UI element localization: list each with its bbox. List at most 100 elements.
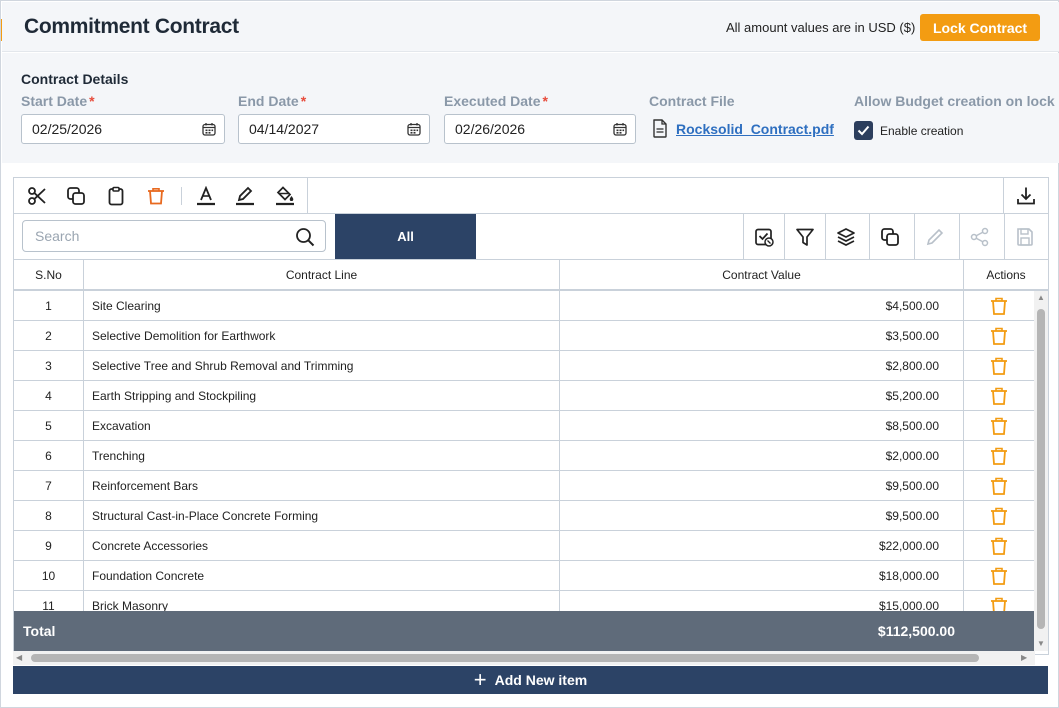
section-title: Contract Details: [21, 71, 129, 87]
sno-cell: 4: [14, 381, 84, 410]
table-row[interactable]: 10 Foundation Concrete $18,000.00: [14, 561, 1034, 591]
table-row[interactable]: 7 Reinforcement Bars $9,500.00: [14, 471, 1034, 501]
scroll-up-icon[interactable]: ▲: [1037, 293, 1045, 302]
scroll-left-icon[interactable]: ◀: [16, 653, 22, 662]
filter-icon[interactable]: [784, 214, 825, 259]
duplicate-icon[interactable]: [869, 214, 910, 259]
delete-row-icon[interactable]: [964, 561, 1034, 590]
table-row[interactable]: 6 Trenching $2,000.00: [14, 441, 1034, 471]
delete-row-icon[interactable]: [964, 441, 1034, 470]
sno-cell: 2: [14, 321, 84, 350]
contract-value-cell[interactable]: $22,000.00: [560, 531, 964, 560]
share-icon[interactable]: [959, 214, 1000, 259]
lock-contract-button[interactable]: Lock Contract: [920, 14, 1040, 41]
vertical-scroll-thumb[interactable]: [1037, 309, 1045, 629]
sno-cell: 5: [14, 411, 84, 440]
layers-icon[interactable]: [825, 214, 866, 259]
table-row[interactable]: 8 Structural Cast-in-Place Concrete Form…: [14, 501, 1034, 531]
table-row[interactable]: 1 Site Clearing $4,500.00: [14, 291, 1034, 321]
executed-date-value: 02/26/2026: [455, 121, 526, 137]
table-row[interactable]: 3 Selective Tree and Shrub Removal and T…: [14, 351, 1034, 381]
paste-icon[interactable]: [105, 185, 127, 207]
scroll-down-icon[interactable]: ▼: [1037, 639, 1045, 648]
tab-all[interactable]: All: [335, 214, 476, 259]
verified-icon[interactable]: [743, 214, 784, 259]
contract-value-cell[interactable]: $9,500.00: [560, 501, 964, 530]
contract-file-label: Contract File: [649, 93, 735, 109]
contract-value-cell[interactable]: $2,800.00: [560, 351, 964, 380]
end-date-input[interactable]: 04/14/2027: [238, 114, 430, 144]
column-header-contract-line[interactable]: Contract Line: [84, 260, 560, 289]
contract-value-cell[interactable]: $2,000.00: [560, 441, 964, 470]
executed-date-input[interactable]: 02/26/2026: [444, 114, 636, 144]
total-row: Total $112,500.00: [14, 611, 1034, 651]
table-row[interactable]: 5 Excavation $8,500.00: [14, 411, 1034, 441]
contract-value-cell[interactable]: $15,000.00: [560, 591, 964, 611]
delete-icon[interactable]: [145, 185, 167, 207]
contract-line-cell[interactable]: Structural Cast-in-Place Concrete Formin…: [84, 501, 560, 530]
enable-creation-checkbox[interactable]: [854, 121, 873, 140]
add-new-item-button[interactable]: + Add New item: [13, 666, 1048, 694]
delete-row-icon[interactable]: [964, 381, 1034, 410]
copy-icon[interactable]: [65, 185, 87, 207]
contract-line-cell[interactable]: Foundation Concrete: [84, 561, 560, 590]
toolbar-divider: [181, 187, 182, 205]
contract-line-cell[interactable]: Site Clearing: [84, 291, 560, 320]
contract-value-cell[interactable]: $18,000.00: [560, 561, 964, 590]
horizontal-scroll-thumb[interactable]: [31, 654, 979, 662]
delete-row-icon[interactable]: [964, 531, 1034, 560]
highlight-icon[interactable]: [234, 185, 256, 207]
contract-line-cell[interactable]: Trenching: [84, 441, 560, 470]
contract-value-cell[interactable]: $9,500.00: [560, 471, 964, 500]
delete-row-icon[interactable]: [964, 321, 1034, 350]
edit-icon[interactable]: [914, 214, 955, 259]
contract-line-cell[interactable]: Brick Masonry: [84, 591, 560, 611]
delete-row-icon[interactable]: [964, 351, 1034, 380]
contract-file-link[interactable]: Rocksolid_Contract.pdf: [676, 121, 834, 137]
cut-icon[interactable]: [26, 185, 48, 207]
horizontal-scrollbar[interactable]: ◀ ▶: [13, 651, 1035, 665]
sno-cell: 10: [14, 561, 84, 590]
contract-value-cell[interactable]: $4,500.00: [560, 291, 964, 320]
checkmark-icon: [857, 125, 870, 136]
search-box: [22, 220, 326, 252]
download-icon[interactable]: [1015, 185, 1037, 207]
delete-row-icon[interactable]: [964, 411, 1034, 440]
scroll-right-icon[interactable]: ▶: [1021, 653, 1027, 662]
fill-color-icon[interactable]: [274, 185, 296, 207]
contract-value-cell[interactable]: $3,500.00: [560, 321, 964, 350]
contract-file: Rocksolid_Contract.pdf: [652, 119, 834, 138]
enable-creation-toggle: Enable creation: [854, 121, 963, 140]
table-row[interactable]: 11 Brick Masonry $15,000.00: [14, 591, 1034, 611]
search-input[interactable]: [23, 221, 293, 251]
calendar-icon[interactable]: [202, 122, 216, 136]
contract-line-cell[interactable]: Reinforcement Bars: [84, 471, 560, 500]
delete-row-icon[interactable]: [964, 471, 1034, 500]
save-icon[interactable]: [1004, 214, 1045, 259]
contract-line-cell[interactable]: Selective Demolition for Earthwork: [84, 321, 560, 350]
start-date-input[interactable]: 02/25/2026: [21, 114, 225, 144]
contract-line-cell[interactable]: Concrete Accessories: [84, 531, 560, 560]
search-icon[interactable]: [295, 227, 315, 247]
contract-line-cell[interactable]: Excavation: [84, 411, 560, 440]
contract-line-cell[interactable]: Earth Stripping and Stockpiling: [84, 381, 560, 410]
vertical-scrollbar[interactable]: ▲ ▼: [1034, 291, 1048, 651]
table-row[interactable]: 2 Selective Demolition for Earthwork $3,…: [14, 321, 1034, 351]
calendar-icon[interactable]: [407, 122, 421, 136]
contract-value-cell[interactable]: $5,200.00: [560, 381, 964, 410]
delete-row-icon[interactable]: [964, 501, 1034, 530]
calendar-icon[interactable]: [613, 122, 627, 136]
table-row[interactable]: 4 Earth Stripping and Stockpiling $5,200…: [14, 381, 1034, 411]
delete-row-icon[interactable]: [964, 291, 1034, 320]
app-window: Commitment Contract All amount values ar…: [0, 0, 1059, 708]
column-header-sno[interactable]: S.No: [14, 260, 84, 289]
font-color-icon[interactable]: [195, 185, 217, 207]
delete-row-icon[interactable]: [964, 591, 1034, 611]
table-row[interactable]: 9 Concrete Accessories $22,000.00: [14, 531, 1034, 561]
contract-value-cell[interactable]: $8,500.00: [560, 411, 964, 440]
start-date-value: 02/25/2026: [32, 121, 103, 137]
executed-date-label: Executed Date *: [444, 93, 548, 109]
contract-details-panel: Contract Details Start Date * 02/25/2026 …: [2, 53, 1059, 163]
column-header-contract-value[interactable]: Contract Value: [560, 260, 964, 289]
contract-line-cell[interactable]: Selective Tree and Shrub Removal and Tri…: [84, 351, 560, 380]
